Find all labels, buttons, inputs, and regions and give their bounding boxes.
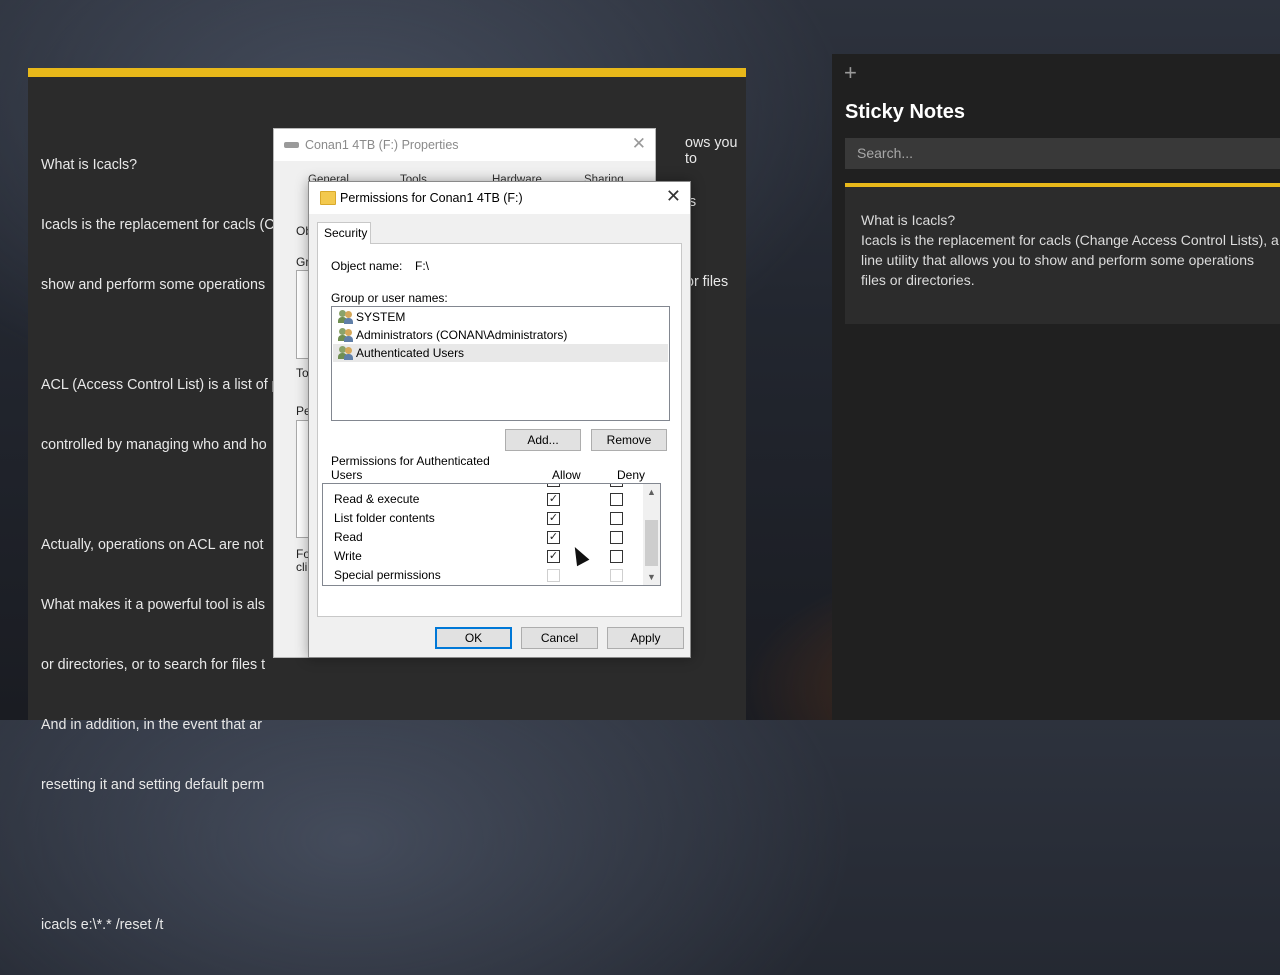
user-list[interactable]: SYSTEM Administrators (CONAN\Administrat…: [331, 306, 670, 421]
tab-security[interactable]: Security: [317, 222, 371, 244]
permission-name: Read & execute: [334, 492, 420, 506]
allow-checkbox[interactable]: ✓: [547, 550, 560, 563]
remove-button[interactable]: Remove: [591, 429, 667, 451]
close-icon[interactable]: ✕: [632, 134, 646, 154]
allow-checkbox[interactable]: ✓: [547, 531, 560, 544]
permissions-title: Permissions for Conan1 4TB (F:): [340, 191, 523, 205]
note-color-bar: [28, 68, 746, 77]
deny-checkbox: [610, 569, 623, 582]
note-line: resetting it and setting default perm: [41, 777, 265, 793]
allow-column-header: Allow: [552, 468, 581, 482]
search-input[interactable]: Search...: [845, 138, 1280, 169]
add-button[interactable]: Add...: [505, 429, 581, 451]
cancel-button[interactable]: Cancel: [521, 627, 598, 649]
users-icon: [338, 346, 354, 360]
deny-checkbox[interactable]: [610, 531, 623, 544]
sticky-notes-panel: + Sticky Notes Search... What is Icacls?…: [832, 54, 1280, 720]
deny-checkbox[interactable]: [610, 484, 623, 487]
permission-row-partial: [323, 484, 643, 490]
note-card-preview: What is Icacls? Icacls is the replacemen…: [861, 212, 1279, 288]
deny-checkbox[interactable]: [610, 550, 623, 563]
note-card[interactable]: What is Icacls? Icacls is the replacemen…: [845, 183, 1280, 324]
scrollbar-thumb[interactable]: [645, 520, 658, 566]
allow-checkbox[interactable]: ✓: [547, 512, 560, 525]
permissions-for-label-user: Users: [331, 468, 363, 482]
deny-checkbox[interactable]: [610, 512, 623, 525]
permission-name: List folder contents: [334, 511, 435, 525]
note-line-fragment: or files: [686, 274, 729, 290]
permission-row: List folder contents ✓: [323, 509, 643, 528]
group-names-label: Group or user names:: [331, 291, 448, 305]
users-icon: [338, 328, 354, 342]
user-row-system[interactable]: SYSTEM: [333, 308, 668, 326]
permissions-dialog: Permissions for Conan1 4TB (F:) ✕ Securi…: [308, 181, 691, 658]
note-line: icacls e:\*.* /reset /t: [41, 917, 164, 933]
allow-checkbox[interactable]: [547, 484, 560, 487]
permission-row: Read & execute ✓: [323, 490, 643, 509]
object-name-value: F:\: [415, 259, 429, 273]
user-row-administrators[interactable]: Administrators (CONAN\Administrators): [333, 326, 668, 344]
apply-button[interactable]: Apply: [607, 627, 684, 649]
permission-name: Read: [334, 530, 363, 544]
ok-button[interactable]: OK: [435, 627, 512, 649]
add-note-icon[interactable]: +: [844, 62, 857, 84]
users-icon: [338, 310, 354, 324]
scroll-down-icon[interactable]: ▼: [647, 572, 656, 582]
permission-name: Special permissions: [334, 568, 441, 582]
permission-row: Write ✓: [323, 547, 643, 566]
deny-column-header: Deny: [617, 468, 646, 482]
user-name: Administrators (CONAN\Administrators): [356, 328, 568, 342]
note-line: And in addition, in the event that ar: [41, 717, 262, 733]
properties-title: Conan1 4TB (F:) Properties: [305, 138, 459, 152]
sticky-notes-title: Sticky Notes: [845, 101, 966, 123]
permissions-list[interactable]: Read & execute ✓ List folder contents ✓ …: [322, 483, 661, 586]
properties-label-stub: To: [296, 366, 309, 380]
permission-row: Read ✓: [323, 528, 643, 547]
deny-checkbox[interactable]: [610, 493, 623, 506]
drive-icon: [284, 142, 299, 148]
close-icon[interactable]: ✕: [666, 186, 681, 207]
permissions-for-label: Permissions for Authenticated: [331, 454, 490, 468]
user-name: SYSTEM: [356, 310, 406, 324]
object-name-label: Object name:: [331, 259, 403, 273]
properties-label-stub: cli: [296, 560, 308, 574]
user-name: Authenticated Users: [356, 346, 465, 360]
allow-checkbox[interactable]: ✓: [547, 493, 560, 506]
allow-checkbox: [547, 569, 560, 582]
user-row-authenticated-users[interactable]: Authenticated Users: [333, 344, 668, 362]
note-line-fragment: ows you to: [685, 135, 738, 167]
folder-icon: [320, 191, 336, 205]
permissions-titlebar: Permissions for Conan1 4TB (F:) ✕: [309, 182, 690, 214]
permission-row: Special permissions: [323, 566, 643, 585]
permissions-scrollbar[interactable]: ▲ ▼: [643, 484, 660, 585]
scroll-up-icon[interactable]: ▲: [647, 487, 656, 497]
properties-titlebar: Conan1 4TB (F:) Properties ✕: [274, 129, 655, 161]
note-card-color-bar: [845, 183, 1280, 187]
note-line: or directories, or to search for files t: [41, 657, 266, 673]
permission-name: Write: [334, 549, 362, 563]
